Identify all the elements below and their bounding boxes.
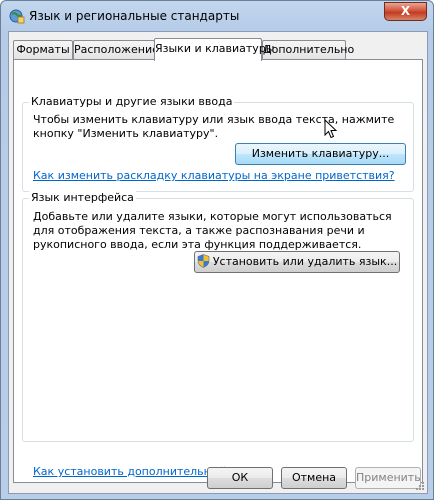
display-language-group-title: Язык интерфейса [29,191,136,204]
dialog-window: Язык и региональные стандарты X Форматы … [0,0,434,500]
welcome-screen-keyboard-link[interactable]: Как изменить раскладку клавиатуры на экр… [33,169,395,182]
dialog-client-area: Форматы Расположение Языки и клавиатуры … [8,31,428,494]
title-bar[interactable]: Язык и региональные стандарты X [1,1,433,31]
install-uninstall-language-button[interactable]: Установить или удалить язык... [194,251,400,273]
apply-button[interactable]: Применить [355,467,421,489]
resize-grip-icon[interactable] [415,481,425,491]
uac-shield-icon [197,254,210,275]
close-icon: X [400,4,411,18]
display-language-description: Добавьте или удалите языки, которые могу… [33,210,392,251]
tab-location[interactable]: Расположение [73,40,159,59]
install-uninstall-language-label: Установить или удалить язык... [212,255,398,268]
tab-keyboards-languages[interactable]: Языки и клавиатуры [154,38,275,61]
change-keyboard-button[interactable]: Изменить клавиатуру... [235,143,406,165]
tab-panel: Клавиатуры и другие языки ввода Чтобы из… [13,59,423,483]
tab-formats[interactable]: Форматы [13,40,73,59]
close-button[interactable]: X [384,2,427,21]
region-globe-icon [9,8,25,24]
keyboards-description: Чтобы изменить клавиатуру или язык ввода… [33,113,395,140]
display-language-group: Язык интерфейса Добавьте или удалите язы… [22,191,414,442]
window-title: Язык и региональные стандарты [29,9,240,23]
mouse-cursor-icon [324,119,338,139]
tab-administrative[interactable]: Дополнительно [262,40,354,59]
ok-button[interactable]: ОК [207,467,273,489]
keyboards-group-title: Клавиатуры и другие языки ввода [29,95,235,108]
cancel-button[interactable]: Отмена [281,467,347,489]
